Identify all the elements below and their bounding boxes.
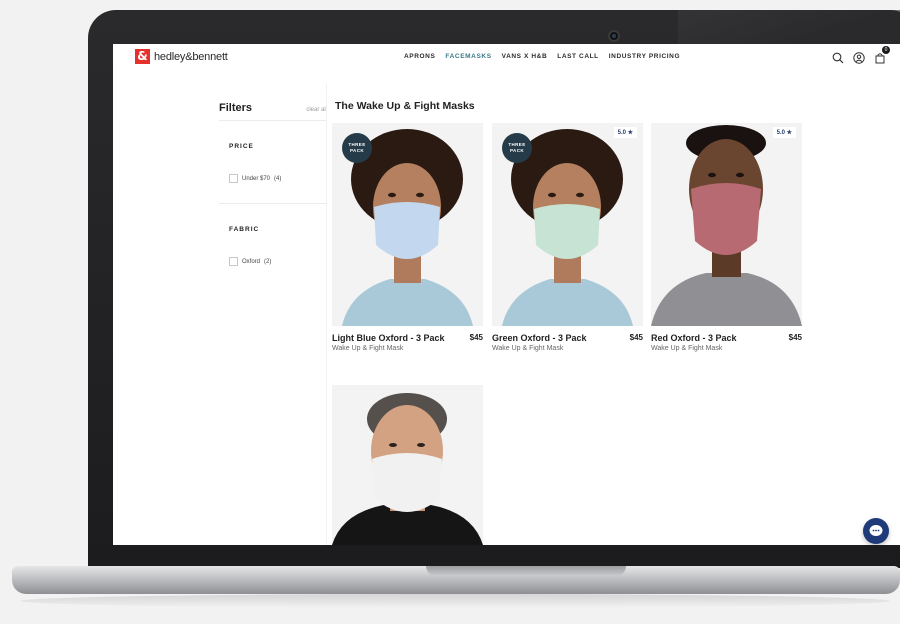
checkbox[interactable] bbox=[229, 174, 238, 183]
nav-industry-pricing[interactable]: INDUSTRY PRICING bbox=[609, 53, 680, 60]
product-subtitle: Wake Up & Fight Mask bbox=[651, 345, 723, 352]
option-count: (4) bbox=[274, 175, 282, 182]
sidebar-divider bbox=[326, 84, 327, 545]
product-name[interactable]: Red Oxford - 3 Pack bbox=[651, 333, 737, 343]
product-photo[interactable]: THREE PACK 5.0 ★ bbox=[492, 123, 643, 326]
filter-group-price: PRICE Under $70 (4) bbox=[219, 143, 327, 183]
rating-badge: 5.0 ★ bbox=[613, 127, 637, 138]
webcam bbox=[608, 30, 620, 42]
filters-header: Filters clear all bbox=[219, 102, 327, 121]
account-icon[interactable] bbox=[853, 51, 865, 64]
brand-logo[interactable]: & hedley&bennett bbox=[135, 49, 228, 64]
product-name[interactable]: Green Oxford - 3 Pack bbox=[492, 333, 587, 343]
product-card[interactable] bbox=[332, 385, 483, 545]
option-label: Oxford bbox=[242, 258, 261, 265]
product-card[interactable]: THREE PACK 5.0 ★ Green Oxford - 3 Pack $4… bbox=[492, 123, 643, 352]
laptop-shadow bbox=[20, 594, 890, 608]
checkbox[interactable] bbox=[229, 257, 238, 266]
filter-group-fabric: FABRIC Oxford (2) bbox=[219, 226, 327, 266]
filter-heading-fabric: FABRIC bbox=[229, 226, 260, 233]
product-card[interactable]: 5.0 ★ Red Oxford - 3 Pack $45 Wake Up & … bbox=[651, 123, 802, 352]
product-subtitle: Wake Up & Fight Mask bbox=[332, 345, 404, 352]
main-nav: APRONS FACEMASKS VANS X H&B LAST CALL IN… bbox=[404, 53, 680, 60]
cart-icon[interactable]: 0 bbox=[874, 46, 890, 64]
three-pack-badge: THREE PACK bbox=[502, 133, 532, 163]
nav-vans-x-hb[interactable]: VANS X H&B bbox=[502, 53, 548, 60]
product-price: $45 bbox=[629, 333, 643, 342]
product-price: $45 bbox=[788, 333, 802, 342]
product-info: Light Blue Oxford - 3 Pack $45 bbox=[332, 333, 483, 343]
nav-facemasks[interactable]: FACEMASKS bbox=[445, 53, 491, 60]
laptop-base-notch bbox=[426, 566, 626, 576]
rating-badge: 5.0 ★ bbox=[772, 127, 796, 138]
filter-option-under-70[interactable]: Under $70 (4) bbox=[229, 174, 327, 183]
option-label: Under $70 bbox=[242, 175, 271, 182]
product-name[interactable]: Light Blue Oxford - 3 Pack bbox=[332, 333, 445, 343]
product-price: $45 bbox=[469, 333, 483, 342]
browser-screen: & hedley&bennett APRONS FACEMASKS VANS X… bbox=[113, 44, 900, 545]
product-photo[interactable] bbox=[332, 385, 483, 545]
product-photo[interactable]: 5.0 ★ bbox=[651, 123, 802, 326]
filters-sidebar: Filters clear all PRICE Under $70 (4) FA… bbox=[219, 102, 327, 266]
product-info: Red Oxford - 3 Pack $45 bbox=[651, 333, 802, 343]
logo-mark: & bbox=[135, 49, 150, 64]
product-info: Green Oxford - 3 Pack $45 bbox=[492, 333, 643, 343]
filters-title: Filters bbox=[219, 102, 253, 114]
cart-count-badge: 0 bbox=[882, 46, 890, 54]
nav-aprons[interactable]: APRONS bbox=[404, 53, 435, 60]
search-icon[interactable] bbox=[832, 51, 844, 64]
clear-all-link[interactable]: clear all bbox=[306, 107, 327, 113]
chat-button[interactable] bbox=[863, 518, 889, 544]
filter-heading-price: PRICE bbox=[229, 143, 254, 150]
header-icons: 0 bbox=[832, 46, 890, 64]
filter-option-oxford[interactable]: Oxford (2) bbox=[229, 257, 327, 266]
product-card[interactable]: THREE PACK Light Blue Oxford - 3 Pack $45… bbox=[332, 123, 483, 352]
product-photo[interactable]: THREE PACK bbox=[332, 123, 483, 326]
option-count: (2) bbox=[264, 258, 272, 265]
product-subtitle: Wake Up & Fight Mask bbox=[492, 345, 564, 352]
filter-divider bbox=[219, 203, 327, 204]
nav-last-call[interactable]: LAST CALL bbox=[557, 53, 599, 60]
three-pack-badge: THREE PACK bbox=[342, 133, 372, 163]
chat-bubble-icon bbox=[869, 525, 883, 536]
site-header: & hedley&bennett APRONS FACEMASKS VANS X… bbox=[113, 44, 900, 72]
logo-text: hedley&bennett bbox=[154, 50, 228, 63]
collection-title: The Wake Up & Fight Masks bbox=[335, 100, 475, 112]
